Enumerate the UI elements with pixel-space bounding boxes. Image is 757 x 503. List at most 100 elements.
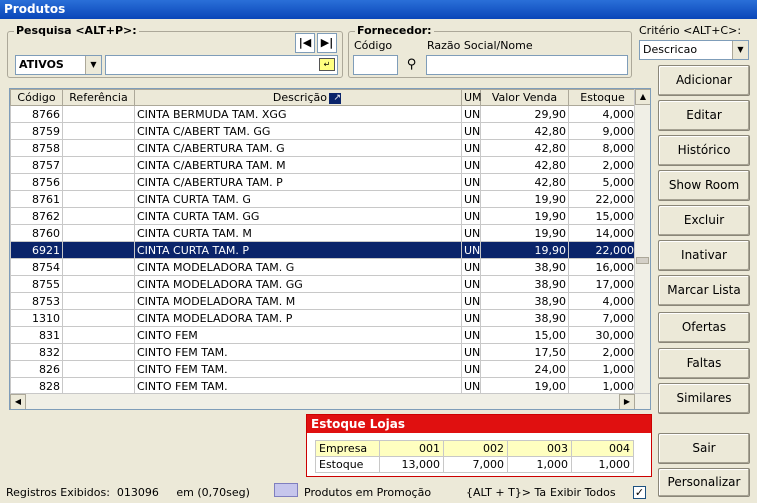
inativar-button[interactable]: Inativar bbox=[658, 240, 750, 271]
table-row[interactable]: 8766 CINTA BERMUDA TAM. XGG UN 29,90 4,000 bbox=[10, 105, 637, 123]
cell-stock: 4,000 bbox=[568, 292, 637, 310]
sort-indicator-icon: ↗ bbox=[329, 92, 341, 104]
column-header-reference[interactable]: Referência bbox=[62, 89, 135, 106]
records-count: Registros Exibidos: 013096 em (0,70seg) bbox=[6, 486, 250, 499]
cell-description: CINTO FEM TAM. bbox=[134, 377, 462, 395]
store-stock-title: Estoque Lojas bbox=[307, 415, 651, 433]
cell-stock: 1,000 bbox=[568, 360, 637, 378]
cell-reference bbox=[62, 190, 135, 208]
table-row[interactable]: 8762 CINTA CURTA TAM. GG UN 19,90 15,000 bbox=[10, 207, 637, 225]
cell-unit: UN bbox=[461, 241, 481, 259]
supplier-name-input[interactable] bbox=[426, 55, 628, 75]
customize-button[interactable]: Personalizar bbox=[658, 468, 750, 497]
cell-description: CINTA CURTA TAM. G bbox=[134, 190, 462, 208]
cell-reference bbox=[62, 292, 135, 310]
criteria-label: Critério <ALT+C>: bbox=[639, 24, 742, 37]
cell-description: CINTA MODELADORA TAM. G bbox=[134, 258, 462, 276]
column-header-price[interactable]: Valor Venda bbox=[480, 89, 569, 106]
cell-price: 15,00 bbox=[480, 326, 569, 344]
next-record-icon: ▶| bbox=[320, 36, 334, 49]
cell-description: CINTA BERMUDA TAM. XGG bbox=[134, 105, 462, 123]
excluir-button[interactable]: Excluir bbox=[658, 205, 750, 236]
scroll-up-button[interactable]: ▲ bbox=[635, 89, 650, 105]
search-input[interactable]: ↵ bbox=[105, 55, 338, 75]
table-row[interactable]: 8758 CINTA C/ABERTURA TAM. G UN 42,80 8,000 bbox=[10, 139, 637, 157]
cell-unit: UN bbox=[461, 139, 481, 157]
cell-unit: UN bbox=[461, 292, 481, 310]
cell-reference bbox=[62, 258, 135, 276]
vertical-scrollbar[interactable]: ▲ bbox=[634, 89, 650, 394]
supplier-name-label: Razão Social/Nome bbox=[427, 39, 533, 52]
column-header-unit[interactable]: UM bbox=[461, 89, 482, 106]
cell-reference bbox=[62, 173, 135, 191]
table-row[interactable]: 826 CINTO FEM TAM. UN 24,00 1,000 bbox=[10, 360, 637, 378]
cell-code: 8761 bbox=[10, 190, 63, 208]
cell-description: CINTA MODELADORA TAM. P bbox=[134, 309, 462, 327]
cell-unit: UN bbox=[461, 360, 481, 378]
exit-button[interactable]: Sair bbox=[658, 433, 750, 464]
search-clear-icon[interactable]: ↵ bbox=[319, 58, 335, 71]
table-row[interactable]: 8753 CINTA MODELADORA TAM. M UN 38,90 4,000 bbox=[10, 292, 637, 310]
cell-stock: 4,000 bbox=[568, 105, 637, 123]
chevron-down-icon[interactable]: ▼ bbox=[85, 56, 101, 74]
cell-price: 42,80 bbox=[480, 122, 569, 140]
cell-price: 19,00 bbox=[480, 377, 569, 395]
cell-reference bbox=[62, 224, 135, 242]
table-row[interactable]: 831 CINTO FEM UN 15,00 30,000 bbox=[10, 326, 637, 344]
table-row[interactable]: 828 CINTO FEM TAM. UN 19,00 1,000 bbox=[10, 377, 637, 395]
show-room-button[interactable]: Show Room bbox=[658, 170, 750, 201]
cell-code: 826 bbox=[10, 360, 63, 378]
cell-stock: 9,000 bbox=[568, 122, 637, 140]
cell-description: CINTA C/ABERTURA TAM. P bbox=[134, 173, 462, 191]
cell-price: 42,80 bbox=[480, 173, 569, 191]
first-record-icon: |◀ bbox=[298, 36, 312, 49]
table-row[interactable]: 8757 CINTA C/ABERTURA TAM. M UN 42,80 2,000 bbox=[10, 156, 637, 174]
criteria-select[interactable]: Descricao ▼ bbox=[639, 40, 749, 60]
table-row[interactable]: 8759 CINTA C/ABERT TAM. GG UN 42,80 9,000 bbox=[10, 122, 637, 140]
cell-reference bbox=[62, 105, 135, 123]
cell-stock: 8,000 bbox=[568, 139, 637, 157]
table-row[interactable]: 8761 CINTA CURTA TAM. G UN 19,90 22,000 bbox=[10, 190, 637, 208]
ofertas-button[interactable]: Ofertas bbox=[658, 312, 750, 343]
scroll-right-button[interactable]: ▶ bbox=[619, 394, 635, 409]
table-row[interactable]: 8756 CINTA C/ABERTURA TAM. P UN 42,80 5,000 bbox=[10, 173, 637, 191]
cell-price: 38,90 bbox=[480, 292, 569, 310]
cell-price: 38,90 bbox=[480, 258, 569, 276]
cell-code: 1310 bbox=[10, 309, 63, 327]
cell-price: 19,90 bbox=[480, 241, 569, 259]
marcar-lista-button[interactable]: Marcar Lista bbox=[658, 275, 750, 306]
cell-code: 8759 bbox=[10, 122, 63, 140]
supplier-code-input[interactable] bbox=[353, 55, 398, 75]
similares-button[interactable]: Similares bbox=[658, 383, 750, 414]
table-row[interactable]: 1310 CINTA MODELADORA TAM. P UN 38,90 7,000 bbox=[10, 309, 637, 327]
checkmark-icon: ✓ bbox=[634, 486, 645, 499]
chevron-down-icon[interactable]: ▼ bbox=[732, 41, 748, 59]
cell-code: 8757 bbox=[10, 156, 63, 174]
cell-code: 8766 bbox=[10, 105, 63, 123]
cell-price: 29,90 bbox=[480, 105, 569, 123]
show-all-checkbox[interactable]: ✓ bbox=[633, 486, 646, 499]
table-row[interactable]: 832 CINTO FEM TAM. UN 17,50 2,000 bbox=[10, 343, 637, 361]
column-header-code[interactable]: Código bbox=[10, 89, 63, 106]
column-header-stock[interactable]: Estoque bbox=[568, 89, 637, 106]
next-record-button[interactable]: ▶| bbox=[317, 33, 337, 53]
editar-button[interactable]: Editar bbox=[658, 100, 750, 131]
horizontal-scrollbar[interactable]: ◀ ▶ bbox=[10, 393, 650, 409]
adicionar-button[interactable]: Adicionar bbox=[658, 65, 750, 96]
hist-rico-button[interactable]: Histórico bbox=[658, 135, 750, 166]
table-row[interactable]: 6921 CINTA CURTA TAM. P UN 19,90 22,000 bbox=[10, 241, 637, 259]
cell-description: CINTA C/ABERT TAM. GG bbox=[134, 122, 462, 140]
scroll-thumb[interactable] bbox=[636, 257, 649, 264]
table-row[interactable]: 8754 CINTA MODELADORA TAM. G UN 38,90 16,000 bbox=[10, 258, 637, 276]
table-row[interactable]: 8755 CINTA MODELADORA TAM. GG UN 38,90 17,00… bbox=[10, 275, 637, 293]
faltas-button[interactable]: Faltas bbox=[658, 348, 750, 379]
table-row[interactable]: 8760 CINTA CURTA TAM. M UN 19,90 14,000 bbox=[10, 224, 637, 242]
promo-legend-label: Produtos em Promoção bbox=[304, 486, 432, 499]
cell-description: CINTA C/ABERTURA TAM. G bbox=[134, 139, 462, 157]
scroll-left-button[interactable]: ◀ bbox=[10, 394, 26, 409]
cell-unit: UN bbox=[461, 156, 481, 174]
status-select[interactable]: ATIVOS ▼ bbox=[15, 55, 102, 75]
binoculars-button[interactable]: ⚲ bbox=[401, 55, 422, 75]
first-record-button[interactable]: |◀ bbox=[295, 33, 315, 53]
column-header-description[interactable]: Descrição ↗ bbox=[134, 89, 462, 106]
